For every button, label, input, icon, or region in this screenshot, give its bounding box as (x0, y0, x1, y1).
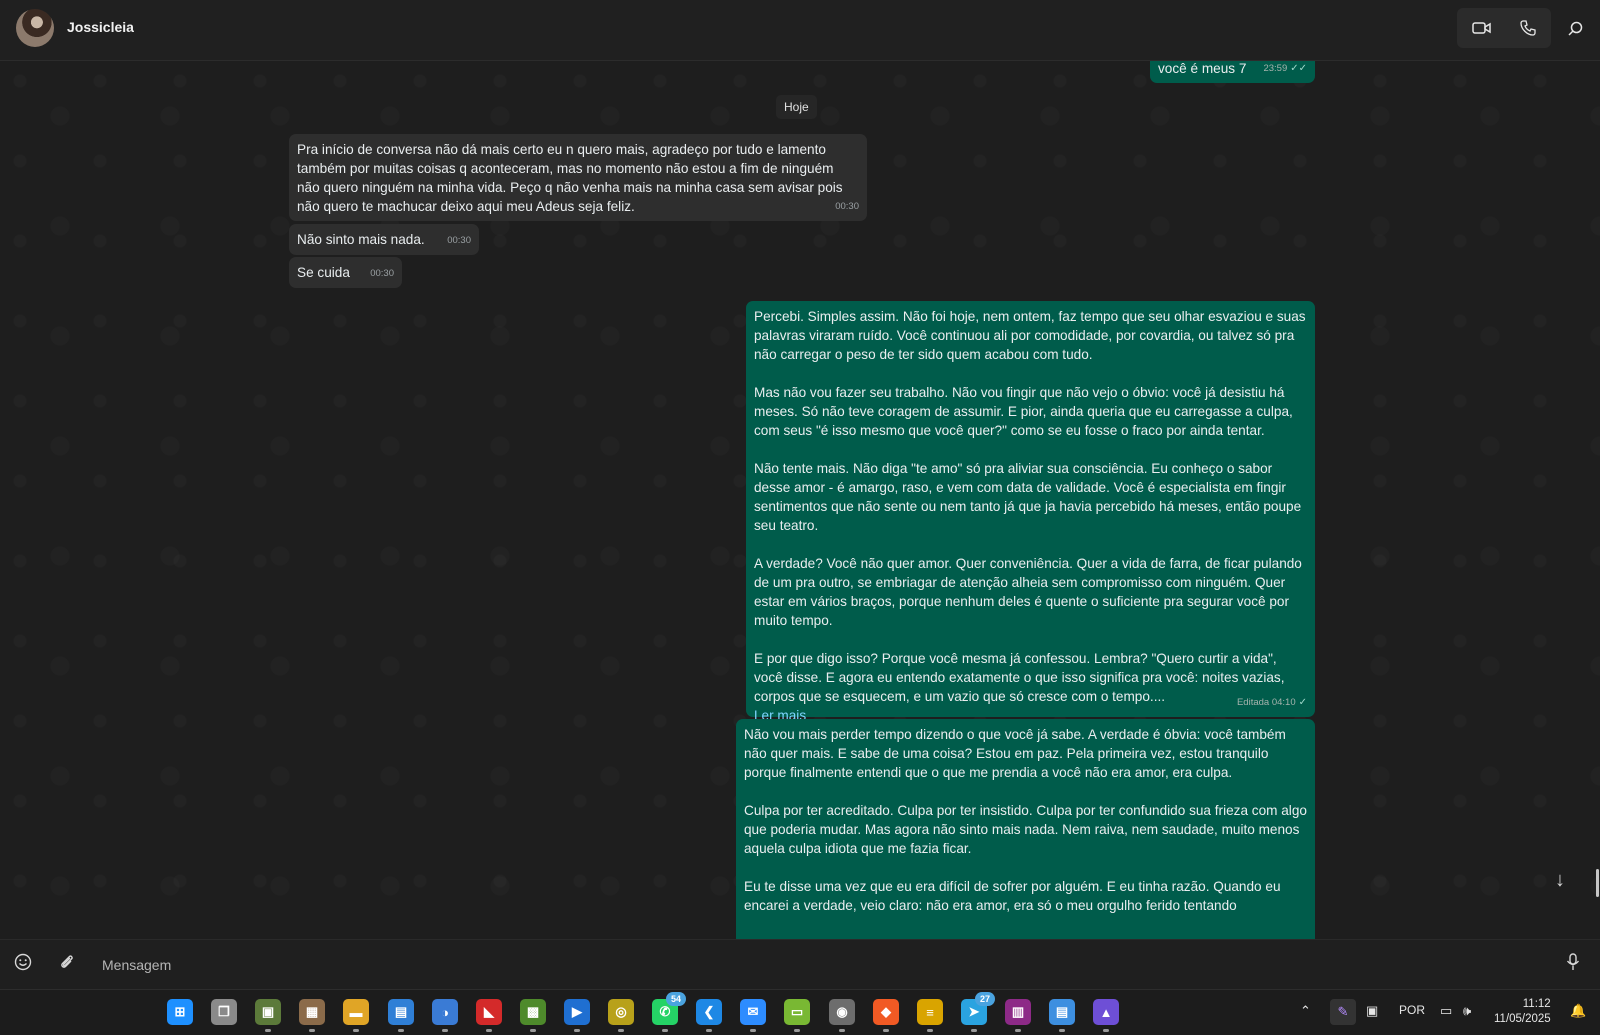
notification-badge: 54 (666, 992, 686, 1006)
show-hidden-icons-chevron-icon[interactable]: ⌃ (1300, 1003, 1311, 1019)
message-meta: Editada 04:10 ✓ (1237, 693, 1307, 712)
running-indicator (574, 1029, 580, 1032)
notifications-bell-icon[interactable]: 🔔 (1570, 1003, 1586, 1019)
message-time: 23:59 (1263, 63, 1288, 74)
message-text: Não sinto mais nada. (297, 232, 425, 247)
running-indicator (1103, 1029, 1109, 1032)
file-explorer-icon[interactable]: ▬ (343, 999, 369, 1032)
vscode-icon[interactable]: ❮ (696, 999, 722, 1032)
running-indicator (442, 1029, 448, 1032)
telegram-icon[interactable]: ➤ 27 (961, 992, 995, 1032)
remote-app-icon[interactable]: ▶ (564, 999, 590, 1032)
volume-icon[interactable]: 🕪 (1463, 1003, 1471, 1019)
running-indicator (353, 1029, 359, 1032)
message-time: 00:30 (835, 201, 859, 212)
notepad-icon[interactable]: ▤ (1049, 999, 1075, 1032)
contact-name[interactable]: Jossicleia (67, 19, 134, 35)
running-indicator (309, 1029, 315, 1032)
chat-header: Jossicleia (0, 0, 1600, 61)
network-icon[interactable]: ▭ (1440, 1003, 1452, 1019)
whatsapp-icon[interactable]: ✆ 54 (652, 992, 686, 1032)
incoming-message[interactable]: Não sinto mais nada. 00:30 (289, 224, 479, 255)
date-separator: Hoje (776, 95, 817, 119)
messenger-icon[interactable]: ✉ (740, 999, 766, 1032)
message-text: Não vou mais perder tempo dizendo o que … (744, 727, 1307, 913)
video-call-icon[interactable] (1464, 8, 1500, 48)
media-app-icon[interactable]: ◉ (829, 999, 855, 1032)
running-indicator (750, 1029, 756, 1032)
message-composer (0, 939, 1600, 989)
notification-badge: 27 (975, 992, 995, 1006)
language-indicator[interactable]: POR (1399, 1003, 1425, 1017)
message-text: Percebi. Simples assim. Não foi hoje, ne… (754, 309, 1306, 704)
message-text: você é meus 7 (1158, 61, 1247, 76)
message-meta: 23:59 ✓✓ (1263, 61, 1307, 78)
clock-time: 11:12 (1522, 998, 1551, 1010)
running-indicator (794, 1029, 800, 1032)
android-icon[interactable]: ▭ (784, 999, 810, 1032)
system-clock[interactable]: 11:12 11/05/2025 (1494, 997, 1551, 1027)
running-indicator (883, 1029, 889, 1032)
message-text: Pra início de conversa não dá mais certo… (297, 142, 847, 214)
outgoing-message[interactable]: Percebi. Simples assim. Não foi hoje, ne… (746, 301, 1315, 723)
message-list[interactable]: você é meus 7 23:59 ✓✓ Hoje Pra início de… (0, 61, 1600, 939)
running-indicator (927, 1029, 933, 1032)
check-icon: ✓ (1298, 697, 1307, 708)
minecraft-launcher-icon[interactable]: ▩ (520, 999, 546, 1032)
windows-taskbar: ⊞ ❐ ▣ ▦ ▬ ▤ ◑ ◣ ▩ ▶ ◎ ✆ 54 ❮ ✉ ▭ ◉ ◆ ≡ ➤ 27 ▥ ▤ ▲ ⌃ ✎ ▣ POR ▭ 🕪… (0, 989, 1600, 1035)
pen-tool-icon[interactable]: ✎ (1330, 999, 1356, 1025)
microsoft-store-icon[interactable]: ▤ (388, 999, 414, 1032)
photos-icon[interactable]: ▲ (1093, 999, 1119, 1032)
voice-call-icon[interactable] (1510, 8, 1546, 48)
brave-icon[interactable]: ◆ (873, 999, 899, 1032)
running-indicator (839, 1029, 845, 1032)
running-indicator (971, 1029, 977, 1032)
running-indicator (1015, 1029, 1021, 1032)
message-time: 00:30 (447, 235, 471, 246)
running-indicator (530, 1029, 536, 1032)
windows-start-icon[interactable]: ⊞ (167, 999, 193, 1025)
emoji-icon[interactable] (14, 953, 32, 976)
nintendo-icon[interactable]: ◑ (432, 999, 458, 1032)
scrollbar-thumb[interactable] (1596, 869, 1599, 897)
double-check-icon: ✓✓ (1290, 63, 1307, 74)
search-icon[interactable] (1560, 8, 1590, 48)
task-view-icon[interactable]: ❐ (211, 999, 237, 1025)
headset-app-icon[interactable]: ◎ (608, 999, 634, 1032)
clock-date: 11/05/2025 (1494, 1013, 1551, 1025)
amd-icon[interactable]: ◣ (476, 999, 502, 1032)
running-indicator (265, 1029, 271, 1032)
scroll-to-bottom-button[interactable]: ↓ (1546, 866, 1574, 894)
tablet-mode-icon[interactable]: ▣ (1366, 1003, 1378, 1019)
message-time: 00:30 (370, 268, 394, 279)
incoming-message[interactable]: Pra início de conversa não dá mais certo… (289, 134, 867, 221)
running-indicator (398, 1029, 404, 1032)
minecraft-icon[interactable]: ▣ (255, 999, 281, 1032)
contact-avatar[interactable] (16, 9, 54, 47)
winrar-icon[interactable]: ▥ (1005, 999, 1031, 1032)
attach-icon[interactable] (58, 953, 76, 976)
message-input[interactable] (100, 951, 1504, 979)
running-indicator (662, 1029, 668, 1032)
running-indicator (1059, 1029, 1065, 1032)
message-time: Editada 04:10 (1236, 697, 1296, 708)
incoming-message[interactable]: Se cuida 00:30 (289, 257, 402, 288)
pixel-app-icon[interactable]: ▦ (299, 999, 325, 1032)
outgoing-message[interactable]: Não vou mais perder tempo dizendo o que … (736, 719, 1315, 939)
running-indicator (486, 1029, 492, 1032)
outgoing-message[interactable]: você é meus 7 23:59 ✓✓ (1150, 61, 1315, 83)
microphone-icon[interactable] (1566, 953, 1580, 976)
stack-app-icon[interactable]: ≡ (917, 999, 943, 1032)
running-indicator (706, 1029, 712, 1032)
running-indicator (618, 1029, 624, 1032)
